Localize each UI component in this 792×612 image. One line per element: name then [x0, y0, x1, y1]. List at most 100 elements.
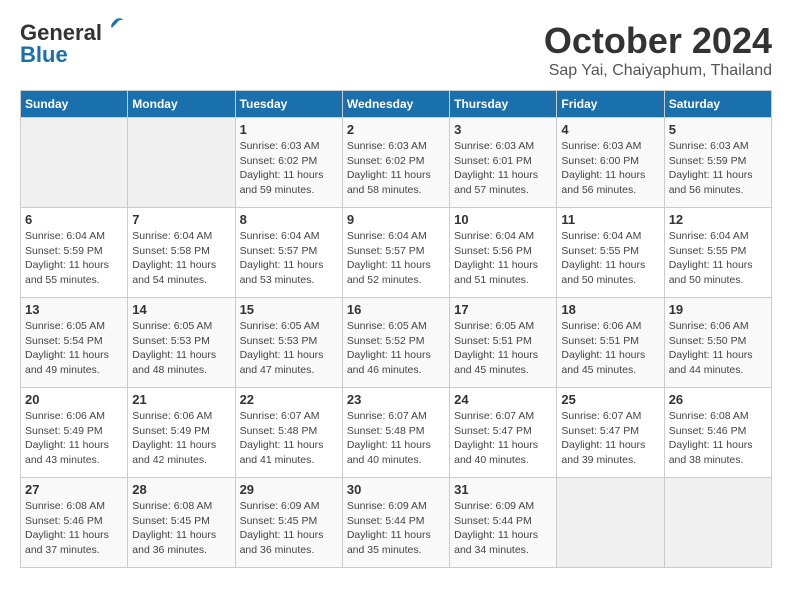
title-block: October 2024 Sap Yai, Chaiyaphum, Thaila…	[544, 20, 772, 80]
day-info: Sunrise: 6:06 AM Sunset: 5:50 PM Dayligh…	[669, 319, 767, 378]
table-row: 25Sunrise: 6:07 AM Sunset: 5:47 PM Dayli…	[557, 388, 664, 478]
table-row: 19 Sunrise: 6:06 AM Sunset: 5:50 PM Dayli…	[664, 298, 771, 388]
col-wednesday: Wednesday	[342, 91, 449, 118]
day-info: Sunrise: 6:07 AM Sunset: 5:47 PM Dayligh…	[561, 409, 659, 468]
day-number: 13	[25, 302, 123, 317]
day-info: Sunrise: 6:04 AM Sunset: 5:56 PM Dayligh…	[454, 229, 552, 288]
day-info: Sunrise: 6:05 AM Sunset: 5:53 PM Dayligh…	[132, 319, 230, 378]
day-number: 24	[454, 392, 552, 407]
day-number: 12	[669, 212, 767, 227]
day-number: 11	[561, 212, 659, 227]
calendar-table: Sunday Monday Tuesday Wednesday Thursday…	[20, 90, 772, 568]
table-row	[128, 118, 235, 208]
table-row: 2 Sunrise: 6:03 AM Sunset: 6:02 PM Daylig…	[342, 118, 449, 208]
day-number: 4	[561, 122, 659, 137]
table-row: 4 Sunrise: 6:03 AM Sunset: 6:00 PM Daylig…	[557, 118, 664, 208]
calendar-week-row: 27 Sunrise: 6:08 AM Sunset: 5:46 PM Dayli…	[21, 478, 772, 568]
day-number: 17	[454, 302, 552, 317]
day-info: Sunrise: 6:04 AM Sunset: 5:58 PM Dayligh…	[132, 229, 230, 288]
table-row: 26 Sunrise: 6:08 AM Sunset: 5:46 PM Dayli…	[664, 388, 771, 478]
day-number: 18	[561, 302, 659, 317]
day-number: 30	[347, 482, 445, 497]
table-row: 9Sunrise: 6:04 AM Sunset: 5:57 PM Daylig…	[342, 208, 449, 298]
day-number: 22	[240, 392, 338, 407]
day-number: 16	[347, 302, 445, 317]
day-info: Sunrise: 6:09 AM Sunset: 5:45 PM Dayligh…	[240, 499, 338, 558]
col-friday: Friday	[557, 91, 664, 118]
day-info: Sunrise: 6:03 AM Sunset: 6:02 PM Dayligh…	[347, 139, 445, 198]
calendar-week-row: 1 Sunrise: 6:03 AM Sunset: 6:02 PM Daylig…	[21, 118, 772, 208]
table-row: 20Sunrise: 6:06 AM Sunset: 5:49 PM Dayli…	[21, 388, 128, 478]
table-row: 30 Sunrise: 6:09 AM Sunset: 5:44 PM Dayli…	[342, 478, 449, 568]
day-number: 6	[25, 212, 123, 227]
table-row: 31 Sunrise: 6:09 AM Sunset: 5:44 PM Dayli…	[450, 478, 557, 568]
table-row: 11 Sunrise: 6:04 AM Sunset: 5:55 PM Dayli…	[557, 208, 664, 298]
table-row: 21 Sunrise: 6:06 AM Sunset: 5:49 PM Dayli…	[128, 388, 235, 478]
day-number: 8	[240, 212, 338, 227]
day-info: Sunrise: 6:05 AM Sunset: 5:52 PM Dayligh…	[347, 319, 445, 378]
day-info: Sunrise: 6:03 AM Sunset: 6:01 PM Dayligh…	[454, 139, 552, 198]
day-number: 21	[132, 392, 230, 407]
day-info: Sunrise: 6:06 AM Sunset: 5:49 PM Dayligh…	[25, 409, 123, 468]
day-info: Sunrise: 6:05 AM Sunset: 5:53 PM Dayligh…	[240, 319, 338, 378]
day-number: 19	[669, 302, 767, 317]
day-info: Sunrise: 6:05 AM Sunset: 5:51 PM Dayligh…	[454, 319, 552, 378]
table-row: 29 Sunrise: 6:09 AM Sunset: 5:45 PM Dayli…	[235, 478, 342, 568]
col-monday: Monday	[128, 91, 235, 118]
logo: General Blue	[20, 20, 102, 68]
table-row: 5 Sunrise: 6:03 AM Sunset: 5:59 PM Daylig…	[664, 118, 771, 208]
day-number: 5	[669, 122, 767, 137]
day-info: Sunrise: 6:04 AM Sunset: 5:55 PM Dayligh…	[669, 229, 767, 288]
table-row: 16 Sunrise: 6:05 AM Sunset: 5:52 PM Dayli…	[342, 298, 449, 388]
table-row	[557, 478, 664, 568]
table-row: 7 Sunrise: 6:04 AM Sunset: 5:58 PM Daylig…	[128, 208, 235, 298]
day-info: Sunrise: 6:03 AM Sunset: 6:00 PM Dayligh…	[561, 139, 659, 198]
day-number: 27	[25, 482, 123, 497]
day-number: 7	[132, 212, 230, 227]
calendar-week-row: 6 Sunrise: 6:04 AM Sunset: 5:59 PM Daylig…	[21, 208, 772, 298]
day-number: 14	[132, 302, 230, 317]
table-row: 22Sunrise: 6:07 AM Sunset: 5:48 PM Dayli…	[235, 388, 342, 478]
table-row: 8Sunrise: 6:04 AM Sunset: 5:57 PM Daylig…	[235, 208, 342, 298]
day-number: 2	[347, 122, 445, 137]
day-info: Sunrise: 6:03 AM Sunset: 5:59 PM Dayligh…	[669, 139, 767, 198]
calendar-week-row: 20Sunrise: 6:06 AM Sunset: 5:49 PM Dayli…	[21, 388, 772, 478]
day-info: Sunrise: 6:04 AM Sunset: 5:55 PM Dayligh…	[561, 229, 659, 288]
day-info: Sunrise: 6:07 AM Sunset: 5:47 PM Dayligh…	[454, 409, 552, 468]
table-row: 27 Sunrise: 6:08 AM Sunset: 5:46 PM Dayli…	[21, 478, 128, 568]
col-sunday: Sunday	[21, 91, 128, 118]
table-row: 10 Sunrise: 6:04 AM Sunset: 5:56 PM Dayli…	[450, 208, 557, 298]
day-number: 29	[240, 482, 338, 497]
calendar-week-row: 13Sunrise: 6:05 AM Sunset: 5:54 PM Dayli…	[21, 298, 772, 388]
day-info: Sunrise: 6:04 AM Sunset: 5:57 PM Dayligh…	[347, 229, 445, 288]
day-info: Sunrise: 6:04 AM Sunset: 5:59 PM Dayligh…	[25, 229, 123, 288]
col-saturday: Saturday	[664, 91, 771, 118]
day-info: Sunrise: 6:09 AM Sunset: 5:44 PM Dayligh…	[454, 499, 552, 558]
table-row	[664, 478, 771, 568]
day-info: Sunrise: 6:06 AM Sunset: 5:49 PM Dayligh…	[132, 409, 230, 468]
table-row: 14 Sunrise: 6:05 AM Sunset: 5:53 PM Dayli…	[128, 298, 235, 388]
day-info: Sunrise: 6:08 AM Sunset: 5:46 PM Dayligh…	[25, 499, 123, 558]
table-row: 18Sunrise: 6:06 AM Sunset: 5:51 PM Dayli…	[557, 298, 664, 388]
table-row: 3 Sunrise: 6:03 AM Sunset: 6:01 PM Daylig…	[450, 118, 557, 208]
col-thursday: Thursday	[450, 91, 557, 118]
table-row	[21, 118, 128, 208]
month-title: October 2024	[544, 20, 772, 62]
table-row: 13Sunrise: 6:05 AM Sunset: 5:54 PM Dayli…	[21, 298, 128, 388]
day-number: 31	[454, 482, 552, 497]
day-number: 3	[454, 122, 552, 137]
table-row: 28Sunrise: 6:08 AM Sunset: 5:45 PM Dayli…	[128, 478, 235, 568]
day-info: Sunrise: 6:08 AM Sunset: 5:46 PM Dayligh…	[669, 409, 767, 468]
table-row: 1Sunrise: 6:03 AM Sunset: 6:02 PM Daylig…	[235, 118, 342, 208]
day-info: Sunrise: 6:07 AM Sunset: 5:48 PM Dayligh…	[347, 409, 445, 468]
day-info: Sunrise: 6:09 AM Sunset: 5:44 PM Dayligh…	[347, 499, 445, 558]
day-number: 15	[240, 302, 338, 317]
day-number: 10	[454, 212, 552, 227]
day-number: 28	[132, 482, 230, 497]
day-number: 26	[669, 392, 767, 407]
table-row: 17 Sunrise: 6:05 AM Sunset: 5:51 PM Dayli…	[450, 298, 557, 388]
page-header: General Blue October 2024 Sap Yai, Chaiy…	[20, 20, 772, 80]
day-number: 1	[240, 122, 338, 137]
location-subtitle: Sap Yai, Chaiyaphum, Thailand	[544, 62, 772, 80]
table-row: 6 Sunrise: 6:04 AM Sunset: 5:59 PM Daylig…	[21, 208, 128, 298]
